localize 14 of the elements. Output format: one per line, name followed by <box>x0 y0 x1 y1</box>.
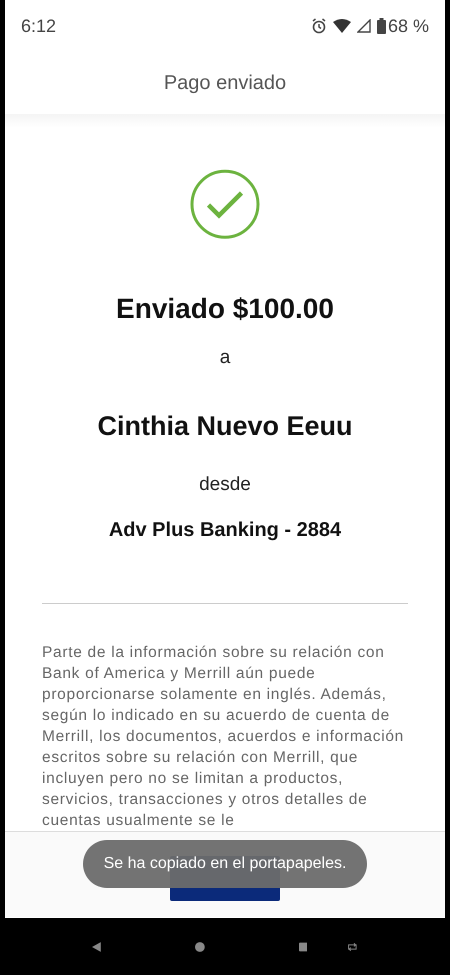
screen-title: Pago enviado <box>164 71 286 96</box>
battery-icon <box>376 18 386 34</box>
amount-heading: Enviado $100.00 <box>116 292 334 326</box>
status-time: 6:12 <box>21 14 56 38</box>
signal-icon <box>356 19 371 33</box>
account-name: Adv Plus Banking - 2884 <box>108 518 342 543</box>
disclaimer-text: Parte de la información sobre su relación con Bank of America y Merrill aún puede proporcionarse solamente en inglés. Además, según lo indicado en su acuerdo de cuenta de Merrill, los documentos, acuerdos e información escritos sobre su relación con Merrill, que incluyen pero no se limitan a productos, servicios, transacciones y otros detalles de cuentas usualmente se le <box>42 643 405 831</box>
from-label: desde <box>199 472 251 496</box>
copied-toast: Se ha copiado en el portapapeles. <box>83 840 367 888</box>
to-label: a <box>220 346 230 370</box>
battery-percent: 68 % <box>388 14 429 38</box>
alarm-icon <box>310 18 327 34</box>
recipient-name: Cinthia Nuevo Eeuu <box>97 410 353 443</box>
wifi-icon <box>332 19 351 33</box>
